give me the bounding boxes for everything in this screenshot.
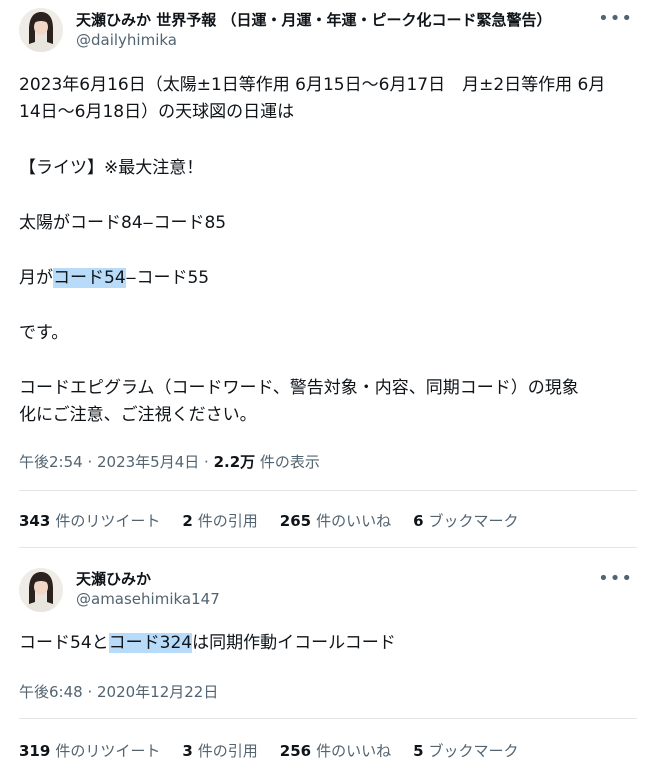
- text-segment: ‒コード55: [125, 268, 210, 288]
- tweet-line: 【ライツ】※最大注意！: [19, 158, 204, 178]
- tweet-text: コード54とコード324は同期作動イコールコード: [19, 630, 629, 657]
- tweet-line: です。: [19, 323, 69, 343]
- author-name[interactable]: 天瀬ひみか: [76, 569, 627, 589]
- bookmark-count[interactable]: 5 ブックマーク: [413, 740, 518, 761]
- quote-count[interactable]: 3 件の引用: [182, 740, 257, 761]
- stat-number: 319: [19, 742, 51, 760]
- retweet-count[interactable]: 343 件のリツイート: [19, 510, 160, 531]
- highlighted-text[interactable]: コード324: [108, 633, 193, 653]
- view-label: 件の表示: [255, 453, 320, 471]
- tweet-text: 2023年6月16日（太陽±1日等作用 6月15日〜6月17日 月±2日等作用 …: [19, 72, 629, 126]
- retweet-count[interactable]: 319 件のリツイート: [19, 740, 160, 761]
- text-segment: コード54と: [19, 633, 109, 653]
- tweet-text: 【ライツ】※最大注意！: [19, 155, 629, 182]
- avatar-portrait-icon: [19, 8, 63, 52]
- tweet-line: 化にご注意、ご注視ください。: [19, 405, 257, 425]
- avatar[interactable]: [19, 8, 63, 52]
- timestamp[interactable]: 午後6:48 · 2020年12月22日: [19, 683, 218, 701]
- engagement-stats: 319 件のリツイート 3 件の引用 256 件のいいね 5 ブックマーク: [19, 740, 637, 761]
- engagement-stats: 343 件のリツイート 2 件の引用 265 件のいいね 6 ブックマーク: [19, 510, 637, 531]
- tweet-line: コードエピグラム（コードワード、警告対象・内容、同期コード）の現象: [19, 378, 579, 398]
- more-horizontal-icon[interactable]: •••: [598, 9, 633, 29]
- tweet-text: コードエピグラム（コードワード、警告対象・内容、同期コード）の現象 化にご注意、…: [19, 375, 629, 429]
- tweet[interactable]: 天瀬ひみか 世界予報 （日運・月運・年運・ピーク化コード緊急警告） @daily…: [0, 0, 647, 548]
- text-segment: 月が: [19, 268, 53, 288]
- tweet-text: です。: [19, 320, 629, 347]
- tweet-meta[interactable]: 午後2:54 · 2023年5月4日 · 2.2万 件の表示: [19, 451, 320, 472]
- stat-label: ブックマーク: [428, 512, 519, 530]
- tweet[interactable]: 天瀬ひみか @amasehimika147 ••• コード54とコード324は同…: [0, 548, 647, 771]
- avatar-portrait-icon: [19, 568, 63, 612]
- view-count: 2.2万: [213, 453, 256, 471]
- tweet-line: コード54とコード324は同期作動イコールコード: [19, 630, 629, 657]
- stat-label: 件の引用: [197, 742, 258, 760]
- like-count[interactable]: 256 件のいいね: [280, 740, 391, 761]
- tweet-line: 太陽がコード84‒コード85: [19, 213, 227, 233]
- author-handle[interactable]: @dailyhimika: [76, 30, 627, 50]
- author-handle[interactable]: @amasehimika147: [76, 589, 627, 609]
- avatar[interactable]: [19, 568, 63, 612]
- tweet-meta[interactable]: 午後6:48 · 2020年12月22日: [19, 681, 218, 702]
- stat-number: 2: [182, 512, 193, 530]
- stat-number: 256: [279, 742, 312, 760]
- stat-label: 件のいいね: [316, 512, 392, 530]
- tweet-text: 月がコード54‒コード55: [19, 265, 629, 292]
- stat-label: 件のいいね: [316, 742, 392, 760]
- timestamp[interactable]: 午後2:54 · 2023年5月4日 ·: [19, 453, 214, 471]
- stat-number: 343: [19, 512, 51, 530]
- tweet-text: 太陽がコード84‒コード85: [19, 210, 629, 237]
- stat-label: ブックマーク: [428, 742, 519, 760]
- bookmark-count[interactable]: 6 ブックマーク: [413, 510, 518, 531]
- like-count[interactable]: 265 件のいいね: [280, 510, 391, 531]
- author-block: 天瀬ひみか 世界予報 （日運・月運・年運・ピーク化コード緊急警告） @daily…: [76, 10, 627, 50]
- author-name[interactable]: 天瀬ひみか 世界予報 （日運・月運・年運・ピーク化コード緊急警告）: [76, 10, 627, 30]
- more-horizontal-icon[interactable]: •••: [598, 569, 633, 589]
- text-segment: は同期作動イコールコード: [192, 633, 396, 653]
- tweet-line: 14日〜6月18日）の天球図の日運は: [19, 102, 295, 122]
- stat-number: 265: [279, 512, 312, 530]
- tweet-line: 2023年6月16日（太陽±1日等作用 6月15日〜6月17日 月±2日等作用 …: [19, 75, 606, 95]
- highlighted-text[interactable]: コード54: [53, 268, 126, 288]
- stat-label: 件のリツイート: [55, 742, 161, 760]
- stat-label: 件のリツイート: [55, 512, 161, 530]
- stat-number: 3: [182, 742, 193, 760]
- divider: [19, 490, 637, 491]
- quote-count[interactable]: 2 件の引用: [182, 510, 257, 531]
- tweet-line: 月がコード54‒コード55: [19, 265, 629, 292]
- stat-number: 6: [413, 512, 424, 530]
- author-block: 天瀬ひみか @amasehimika147: [76, 569, 627, 609]
- divider: [19, 718, 637, 719]
- stat-number: 5: [413, 742, 424, 760]
- stat-label: 件の引用: [197, 512, 258, 530]
